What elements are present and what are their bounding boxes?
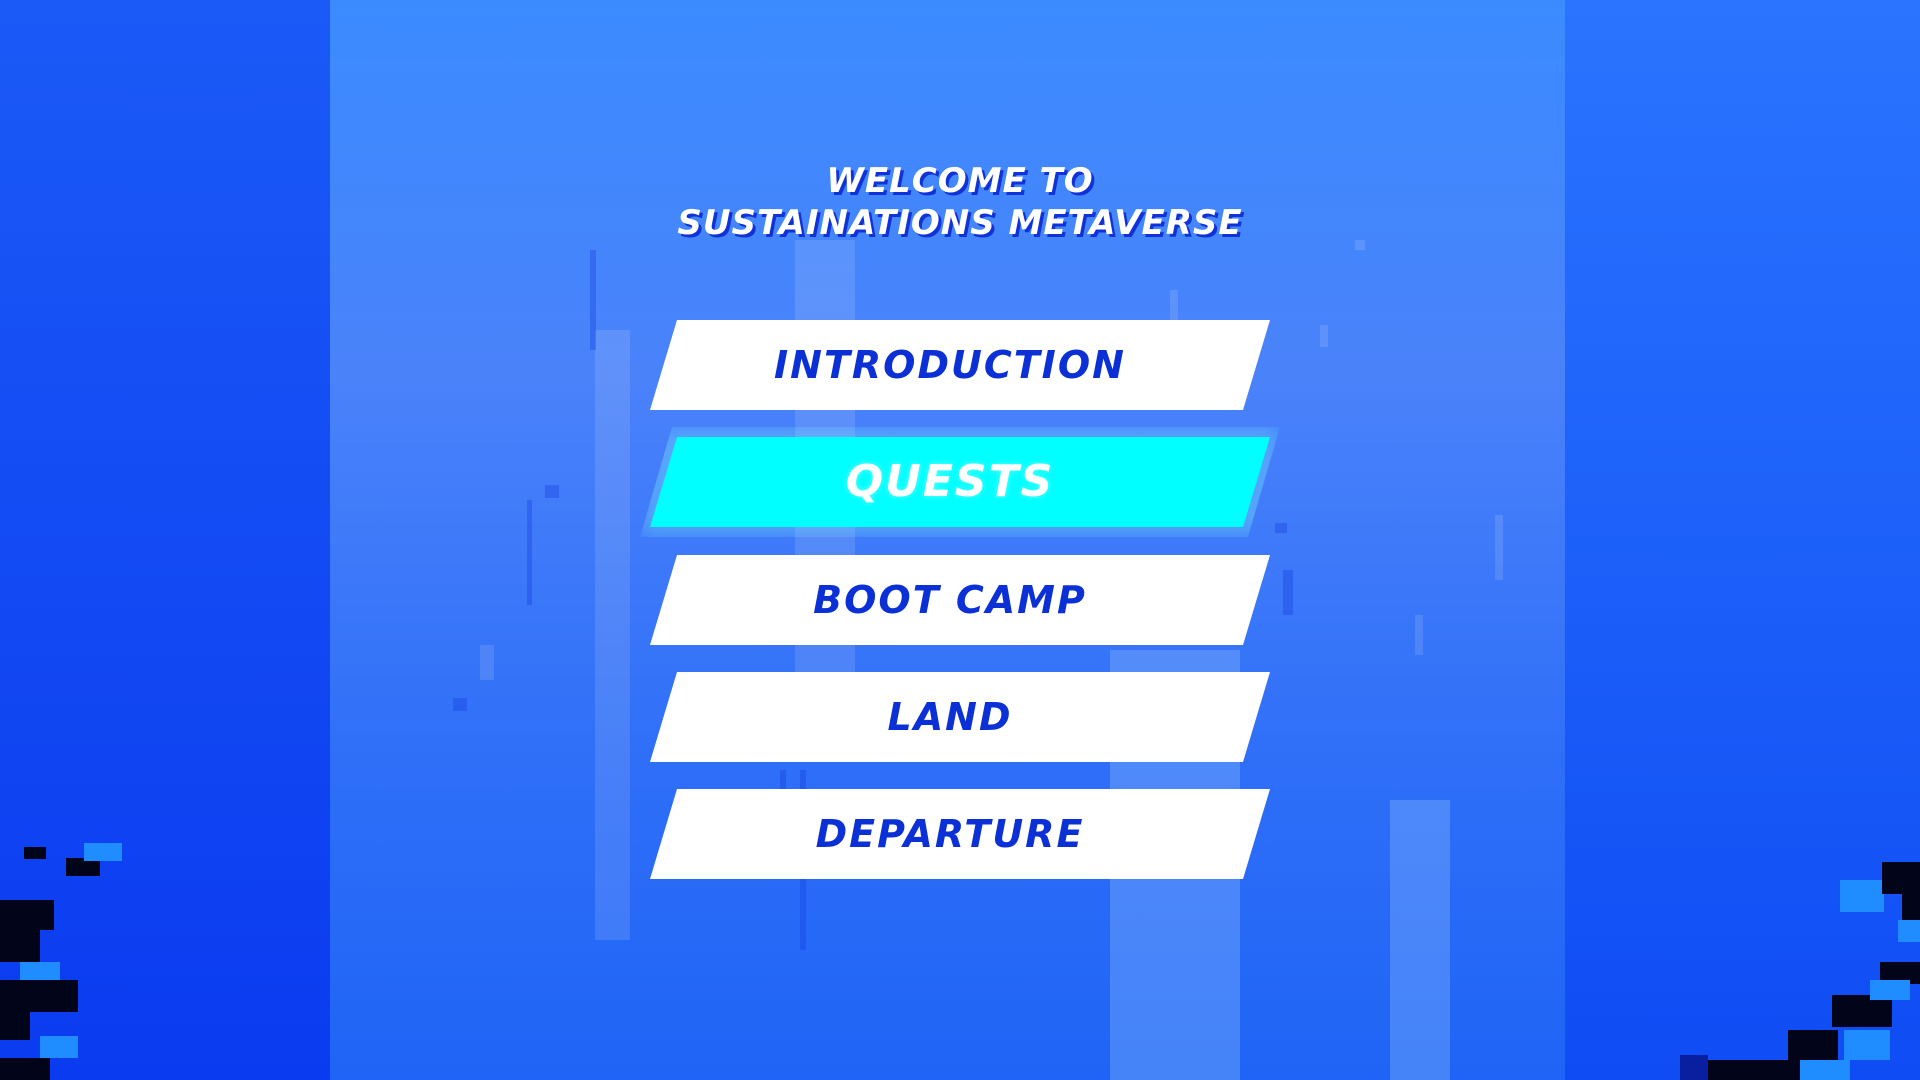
menu-item-label: QUESTS [845, 456, 1055, 507]
pixel-block [1840, 880, 1884, 912]
light-streak [545, 485, 559, 498]
pixel-block [0, 1012, 30, 1040]
pixel-block [1740, 1060, 1800, 1080]
menu-item-label: DEPARTURE [815, 812, 1085, 856]
menu-item-departure[interactable]: DEPARTURE [650, 789, 1270, 879]
light-streak [1495, 515, 1503, 580]
light-streak [590, 250, 596, 350]
pixel-block [1902, 894, 1920, 922]
menu-item-label: LAND [887, 695, 1013, 739]
light-streak [453, 698, 467, 711]
pixel-block [1680, 1055, 1708, 1080]
page-title: WELCOME TO SUSTAINATIONS METAVERSE [560, 160, 1360, 244]
pixel-block [1706, 1060, 1740, 1080]
menu-item-introduction[interactable]: INTRODUCTION [650, 320, 1270, 410]
pixel-block [84, 843, 122, 861]
title-line-1: WELCOME TO [826, 161, 1094, 201]
pixel-block [1870, 980, 1910, 1000]
pixel-block [20, 962, 60, 982]
background-right-panel [1565, 0, 1920, 1080]
menu-item-boot-camp[interactable]: BOOT CAMP [650, 555, 1270, 645]
menu-item-quests[interactable]: QUESTS [640, 427, 1280, 537]
light-streak [1320, 325, 1328, 347]
light-streak [1170, 290, 1178, 320]
light-streak [480, 645, 494, 680]
pixel-block [1898, 920, 1920, 942]
pixel-block [1882, 862, 1920, 894]
menu-item-label: INTRODUCTION [774, 343, 1126, 387]
light-streak [527, 500, 532, 605]
menu-item-label: BOOT CAMP [813, 578, 1087, 622]
light-streak [1283, 570, 1293, 615]
pixel-block [0, 980, 78, 1012]
light-streak [780, 770, 786, 790]
pixel-block [24, 847, 46, 859]
pixel-block [0, 900, 54, 930]
pixel-block [1844, 1030, 1890, 1060]
pixel-block [40, 1036, 78, 1058]
pixel-block [1800, 1060, 1850, 1080]
title-line-2: SUSTAINATIONS METAVERSE [677, 203, 1243, 243]
light-streak [1275, 523, 1287, 533]
pixel-block [0, 930, 40, 962]
pixel-block [0, 1058, 50, 1080]
light-streak [1415, 615, 1423, 655]
light-streak [595, 330, 630, 940]
light-streak [1390, 800, 1450, 1080]
menu-item-land[interactable]: LAND [650, 672, 1270, 762]
pixel-block [1788, 1030, 1838, 1062]
